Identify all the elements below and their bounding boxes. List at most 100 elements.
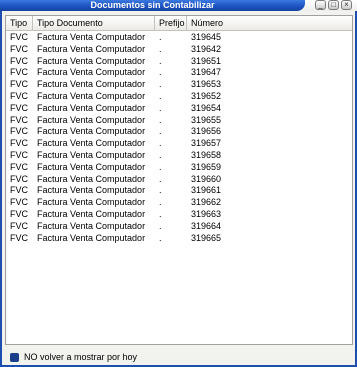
table-row[interactable]: FVC Factura Venta Computador. 319652 (6, 91, 352, 103)
table-row[interactable]: FVC Factura Venta Computador. 319657 (6, 138, 352, 150)
cell-tipo: FVC (10, 161, 28, 172)
cell-numero: 319660 (191, 173, 222, 184)
cell-numero: 319658 (191, 149, 222, 160)
cell-prefijo: . (159, 67, 162, 78)
cell-tipo-documento: Factura Venta Computador (37, 220, 146, 231)
maximize-button[interactable]: □ (328, 0, 339, 10)
list-rows: FVC Factura Venta Computador. 319645 FVC Fac… (6, 32, 352, 244)
cell-prefijo: . (159, 138, 162, 149)
cell-tipo-documento: Factura Venta Computador (37, 102, 146, 113)
cell-numero: 319659 (191, 161, 222, 172)
cell-tipo-documento: Factura Venta Computador (37, 197, 146, 208)
cell-tipo: FVC (10, 138, 28, 149)
window-title: Documentos sin Contabilizar (90, 0, 215, 10)
cell-tipo-documento: Factura Venta Computador (37, 149, 146, 160)
footer: NO volver a mostrar por hoy (10, 351, 137, 363)
cell-prefijo: . (159, 197, 162, 208)
cell-tipo: FVC (10, 197, 28, 208)
title-bar[interactable]: Documentos sin Contabilizar _ □ × (0, 0, 357, 11)
cell-tipo: FVC (10, 32, 28, 42)
cell-prefijo: . (159, 232, 162, 243)
cell-prefijo: . (159, 161, 162, 172)
cell-tipo-documento: Factura Venta Computador (37, 232, 146, 243)
cell-numero: 319656 (191, 126, 222, 137)
cell-tipo-documento: Factura Venta Computador (37, 55, 146, 66)
table-row[interactable]: FVC Factura Venta Computador. 319659 (6, 162, 352, 174)
table-row[interactable]: FVC Factura Venta Computador. 319655 (6, 115, 352, 127)
cell-prefijo: . (159, 43, 162, 54)
table-row[interactable]: FVC Factura Venta Computador. 319658 (6, 150, 352, 162)
cell-numero: 319642 (191, 43, 222, 54)
close-button[interactable]: × (341, 0, 352, 10)
dont-show-again-label[interactable]: NO volver a mostrar por hoy (24, 352, 137, 362)
dont-show-again-checkbox[interactable] (10, 352, 19, 362)
cell-prefijo: . (159, 173, 162, 184)
cell-numero: 319662 (191, 197, 222, 208)
cell-tipo-documento: Factura Venta Computador (37, 79, 146, 90)
cell-numero: 319664 (191, 220, 222, 231)
cell-tipo: FVC (10, 114, 28, 125)
cell-numero: 319645 (191, 32, 222, 42)
cell-numero: 319651 (191, 55, 222, 66)
table-row[interactable]: FVC Factura Venta Computador. 319654 (6, 103, 352, 115)
cell-prefijo: . (159, 79, 162, 90)
documents-window: Documentos sin Contabilizar _ □ × Tipo T… (0, 0, 357, 367)
cell-tipo: FVC (10, 79, 28, 90)
cell-tipo-documento: Factura Venta Computador (37, 32, 146, 42)
cell-numero: 319652 (191, 90, 222, 101)
cell-tipo: FVC (10, 220, 28, 231)
cell-numero: 319655 (191, 114, 222, 125)
table-row[interactable]: FVC Factura Venta Computador. 319642 (6, 44, 352, 56)
table-row[interactable]: FVC Factura Venta Computador. 319653 (6, 79, 352, 91)
table-row[interactable]: FVC Factura Venta Computador. 319645 (6, 32, 352, 44)
cell-tipo-documento: Factura Venta Computador (37, 114, 146, 125)
column-header-tipo-documento[interactable]: Tipo Documento (33, 16, 155, 30)
cell-numero: 319661 (191, 185, 222, 196)
cell-tipo: FVC (10, 90, 28, 101)
cell-prefijo: . (159, 102, 162, 113)
table-row[interactable]: FVC Factura Venta Computador. 319665 (6, 233, 352, 245)
minimize-button[interactable]: _ (315, 0, 326, 10)
list-header: Tipo Tipo Documento Prefijo Número (6, 16, 352, 31)
cell-prefijo: . (159, 149, 162, 160)
cell-tipo-documento: Factura Venta Computador (37, 138, 146, 149)
cell-numero: 319663 (191, 208, 222, 219)
cell-prefijo: . (159, 185, 162, 196)
cell-tipo-documento: Factura Venta Computador (37, 67, 146, 78)
cell-tipo: FVC (10, 149, 28, 160)
column-header-prefijo[interactable]: Prefijo (155, 16, 187, 30)
table-row[interactable]: FVC Factura Venta Computador. 319656 (6, 126, 352, 138)
cell-tipo-documento: Factura Venta Computador (37, 173, 146, 184)
cell-tipo: FVC (10, 208, 28, 219)
cell-tipo-documento: Factura Venta Computador (37, 208, 146, 219)
cell-tipo: FVC (10, 126, 28, 137)
cell-tipo: FVC (10, 55, 28, 66)
cell-prefijo: . (159, 220, 162, 231)
table-row[interactable]: FVC Factura Venta Computador. 319647 (6, 67, 352, 79)
cell-tipo-documento: Factura Venta Computador (37, 90, 146, 101)
table-row[interactable]: FVC Factura Venta Computador. 319662 (6, 197, 352, 209)
table-row[interactable]: FVC Factura Venta Computador. 319661 (6, 185, 352, 197)
cell-numero: 319657 (191, 138, 222, 149)
cell-prefijo: . (159, 90, 162, 101)
cell-numero: 319647 (191, 67, 222, 78)
cell-prefijo: . (159, 114, 162, 125)
cell-tipo: FVC (10, 43, 28, 54)
cell-tipo: FVC (10, 232, 28, 243)
cell-numero: 319665 (191, 232, 222, 243)
column-header-tipo[interactable]: Tipo (6, 16, 33, 30)
cell-numero: 319653 (191, 79, 222, 90)
cell-tipo-documento: Factura Venta Computador (37, 185, 146, 196)
cell-prefijo: . (159, 55, 162, 66)
cell-prefijo: . (159, 32, 162, 42)
cell-prefijo: . (159, 208, 162, 219)
documents-list[interactable]: Tipo Tipo Documento Prefijo Número FVC Fa… (5, 15, 353, 345)
cell-tipo: FVC (10, 67, 28, 78)
column-header-numero[interactable]: Número (187, 16, 352, 30)
cell-tipo: FVC (10, 185, 28, 196)
table-row[interactable]: FVC Factura Venta Computador. 319651 (6, 56, 352, 68)
table-row[interactable]: FVC Factura Venta Computador. 319663 (6, 209, 352, 221)
table-row[interactable]: FVC Factura Venta Computador. 319660 (6, 174, 352, 186)
table-row[interactable]: FVC Factura Venta Computador. 319664 (6, 221, 352, 233)
cell-numero: 319654 (191, 102, 222, 113)
